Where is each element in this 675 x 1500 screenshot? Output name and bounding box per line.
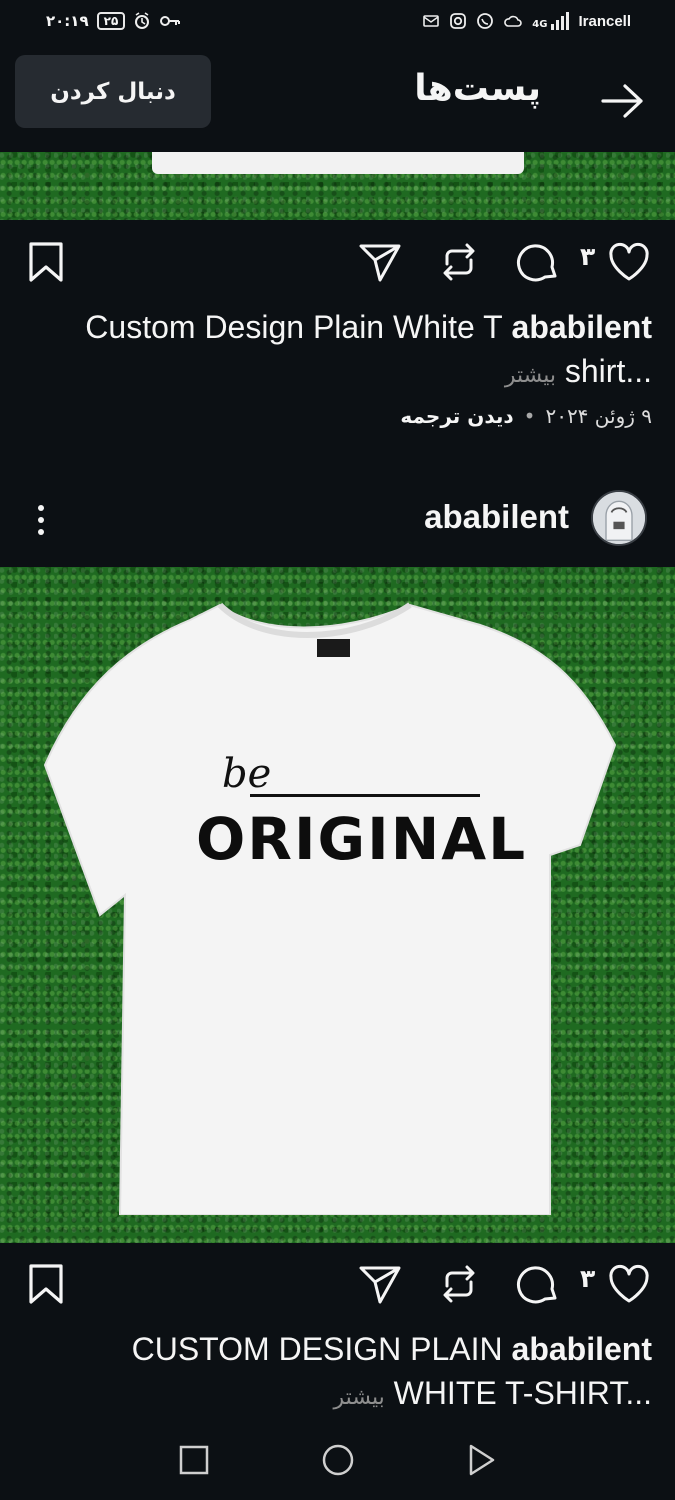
separator-dot: •	[523, 404, 536, 428]
tshirt-graphic	[43, 602, 617, 1215]
mail-icon	[423, 15, 440, 27]
avatar[interactable]	[591, 490, 647, 546]
network-type: 4G	[532, 19, 548, 30]
page-title: پست‌ها	[414, 68, 541, 109]
print-main-text: ORIGINAL	[196, 805, 528, 873]
more-link[interactable]: بیشتر	[334, 1385, 385, 1410]
key-icon	[160, 16, 181, 26]
more-options-icon[interactable]	[28, 500, 54, 540]
status-bar: ۲۰:۱۹ ۲۵ 4G Irancell	[0, 0, 675, 46]
repost-icon[interactable]	[437, 1262, 481, 1306]
status-left: ۲۰:۱۹ ۲۵	[46, 12, 181, 30]
back-arrow-icon[interactable]	[599, 78, 645, 124]
post-caption-1: ababilent Custom Design Plain White T sh…	[32, 305, 652, 398]
back-triangle-icon[interactable]	[463, 1442, 499, 1478]
like-count[interactable]: ۳	[580, 1264, 595, 1293]
shirt-hem	[152, 152, 524, 174]
recents-square-icon[interactable]	[176, 1442, 212, 1478]
post-header-2: ababilent	[0, 470, 675, 566]
heart-icon[interactable]	[607, 240, 651, 284]
heart-icon[interactable]	[607, 1262, 651, 1306]
carrier-name: Irancell	[578, 12, 631, 30]
more-link[interactable]: بیشتر	[505, 363, 556, 388]
status-time: ۲۰:۱۹	[46, 12, 89, 30]
caption-line: ababilent Custom Design Plain White T sh…	[32, 305, 652, 398]
print-script-text: be	[222, 751, 272, 797]
bookmark-icon[interactable]	[24, 240, 68, 284]
comment-icon[interactable]	[515, 1262, 559, 1306]
cloud-icon	[504, 15, 523, 27]
share-icon[interactable]	[358, 1262, 402, 1306]
post-meta-1: ۹ ژوئن ۲۰۲۴ • دیدن ترجمه	[400, 404, 652, 428]
post-caption-2: ababilent CUSTOM DESIGN PLAIN WHITE T-SH…	[32, 1327, 652, 1420]
post-image-2[interactable]: be ORIGINAL	[0, 567, 675, 1243]
caption-username[interactable]: ababilent	[512, 309, 652, 345]
post-actions-2: ۳	[0, 1244, 675, 1324]
avatar-hoodie-icon	[593, 492, 645, 544]
instagram-icon	[450, 13, 467, 29]
caption-username[interactable]: ababilent	[512, 1331, 652, 1367]
like-count[interactable]: ۳	[580, 242, 595, 271]
signal-icon: 4G	[532, 12, 570, 30]
post-image-1[interactable]	[0, 152, 675, 220]
comment-icon[interactable]	[515, 240, 559, 284]
alarm-icon	[135, 12, 150, 29]
post-username[interactable]: ababilent	[424, 498, 569, 536]
repost-icon[interactable]	[437, 240, 481, 284]
translate-link[interactable]: دیدن ترجمه	[400, 404, 513, 428]
share-icon[interactable]	[358, 240, 402, 284]
post-actions-1: ۳	[0, 222, 675, 302]
battery-icon: ۲۵	[96, 12, 126, 30]
whatsapp-icon	[477, 13, 494, 29]
top-header: دنبال کردن پست‌ها	[0, 46, 675, 152]
post-date: ۹ ژوئن ۲۰۲۴	[545, 404, 652, 428]
home-circle-icon[interactable]	[320, 1442, 356, 1478]
follow-button[interactable]: دنبال کردن	[15, 55, 211, 128]
system-nav-bar	[0, 1420, 675, 1500]
bookmark-icon[interactable]	[24, 1262, 68, 1306]
status-right: 4G Irancell	[422, 12, 631, 30]
print-underline	[250, 794, 480, 797]
caption-line: ababilent CUSTOM DESIGN PLAIN WHITE T-SH…	[32, 1327, 652, 1420]
